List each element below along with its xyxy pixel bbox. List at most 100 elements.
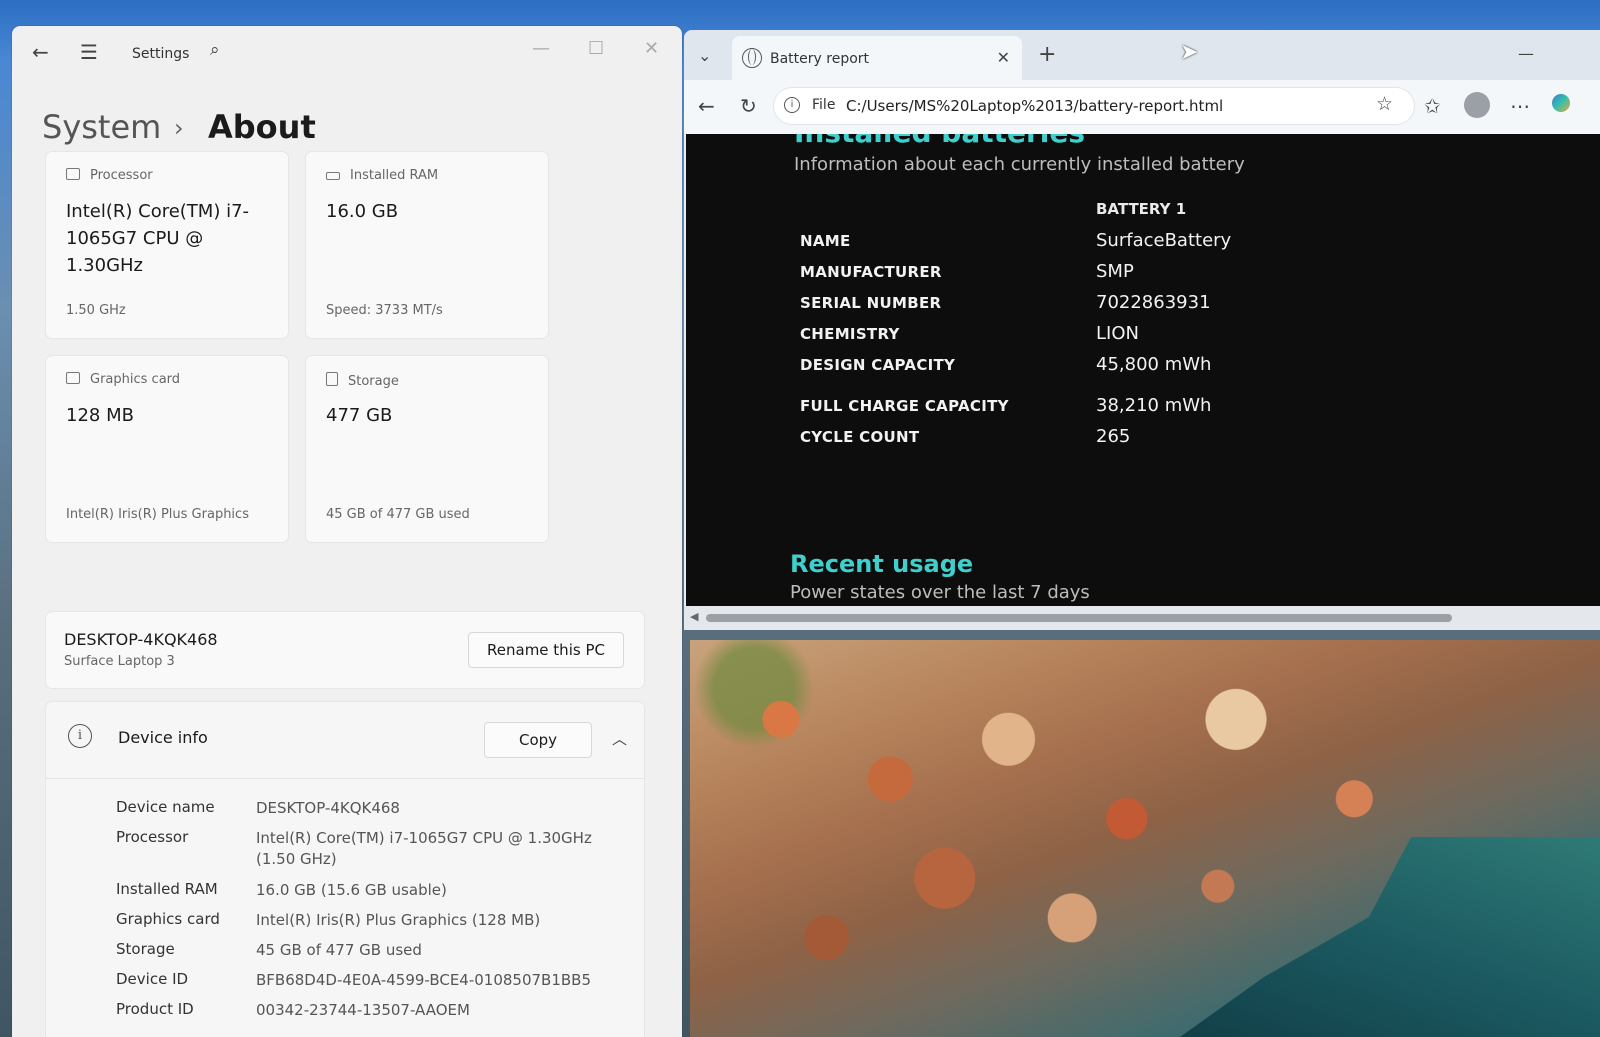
spec-label: Installed RAM <box>116 880 218 898</box>
spec-value: DESKTOP-4KQK468 <box>256 799 400 817</box>
battery-row-value: 38,210 mWh <box>1096 395 1212 416</box>
battery-row-label: DESIGN CAPACITY <box>800 356 956 374</box>
battery-row-value: 265 <box>1096 426 1131 447</box>
scroll-left-icon[interactable]: ◀ <box>690 610 698 623</box>
info-icon: i <box>68 724 92 748</box>
back-arrow-icon[interactable]: ← <box>32 42 49 62</box>
processor-card-header: Processor <box>66 168 153 183</box>
spec-label: Storage <box>116 940 175 958</box>
battery-row-value: 7022863931 <box>1096 292 1211 313</box>
breadcrumb-system[interactable]: System <box>42 108 161 146</box>
profile-avatar[interactable] <box>1464 92 1490 118</box>
storage-usage: 45 GB of 477 GB used <box>326 507 470 522</box>
spec-value: BFB68D4D-4E0A-4599-BCE4-0108507B1BB5 <box>256 971 592 989</box>
battery-row-label: FULL CHARGE CAPACITY <box>800 397 1009 415</box>
more-options-icon[interactable]: ⋯ <box>1510 96 1530 116</box>
search-icon[interactable]: ⌕ <box>210 42 220 59</box>
tab-title: Battery report <box>770 51 870 67</box>
breadcrumb-chevron-icon: › <box>174 114 184 142</box>
processor-speed: 1.50 GHz <box>66 303 126 318</box>
pc-name-row: DESKTOP-4KQK468 Surface Laptop 3 Rename … <box>46 612 644 688</box>
copilot-icon[interactable] <box>1552 94 1570 112</box>
spec-label: Product ID <box>116 1000 194 1018</box>
battery-row-value: SMP <box>1096 261 1134 282</box>
spec-value: 16.0 GB (15.6 GB usable) <box>256 881 447 899</box>
url-text[interactable]: C:/Users/MS%20Laptop%2013/battery-report… <box>846 97 1223 115</box>
graphics-model: Intel(R) Iris(R) Plus Graphics <box>66 507 249 522</box>
minimize-icon[interactable]: — <box>532 38 550 59</box>
settings-window: ← ☰ Settings ⌕ — ☐ ✕ System › About Proc… <box>12 26 682 1037</box>
close-icon[interactable]: ✕ <box>644 38 659 59</box>
graphics-card: Graphics card 128 MB Intel(R) Iris(R) Pl… <box>46 356 288 542</box>
refresh-icon[interactable]: ↻ <box>740 96 757 116</box>
device-info-header[interactable]: i Device info Copy ︿ <box>46 702 644 779</box>
mouse-cursor-icon: ➤ <box>1180 40 1199 65</box>
processor-icon <box>66 168 80 180</box>
ram-card-label: Installed RAM <box>350 168 439 183</box>
new-tab-icon[interactable]: + <box>1038 44 1056 66</box>
rename-pc-button[interactable]: Rename this PC <box>468 632 624 668</box>
storage-card: Storage 477 GB 45 GB of 477 GB used <box>306 356 548 542</box>
spec-label: Device name <box>116 798 215 816</box>
storage-card-header: Storage <box>326 372 399 389</box>
pc-name: DESKTOP-4KQK468 <box>64 630 218 649</box>
tab-battery-report[interactable]: Battery report ✕ <box>732 36 1022 80</box>
back-arrow-icon[interactable]: ← <box>698 96 715 116</box>
horizontal-scrollbar[interactable]: ◀ <box>684 606 1600 630</box>
address-bar[interactable]: i File C:/Users/MS%20Laptop%2013/battery… <box>774 88 1414 124</box>
installed-batteries-heading: Installed batteries <box>794 134 1085 149</box>
processor-value: Intel(R) Core(TM) i7-1065G7 CPU @ 1.30GH… <box>66 201 250 276</box>
chevron-up-icon[interactable]: ︿ <box>612 728 627 749</box>
battery-row-value: SurfaceBattery <box>1096 230 1232 251</box>
spec-value: 00342-23744-13507-AAOEM <box>256 1001 470 1019</box>
tab-list-chevron-icon[interactable]: ⌄ <box>698 48 711 64</box>
device-info-title: Device info <box>118 728 208 747</box>
minimize-icon[interactable]: — <box>1518 46 1534 62</box>
ram-speed: Speed: 3733 MT/s <box>326 303 443 318</box>
graphics-card-label: Graphics card <box>90 372 181 387</box>
graphics-card-icon <box>66 372 80 384</box>
battery-row-label: CHEMISTRY <box>800 325 900 343</box>
battery-row-value: 45,800 mWh <box>1096 354 1212 375</box>
favorite-star-icon[interactable]: ☆ <box>1376 95 1393 114</box>
settings-titlebar: ← ☰ Settings ⌕ — ☐ ✕ <box>12 26 682 82</box>
storage-value: 477 GB <box>326 405 393 426</box>
recent-usage-subtitle: Power states over the last 7 days <box>790 582 1090 603</box>
spec-label: Graphics card <box>116 910 220 928</box>
battery-row-label: NAME <box>800 232 851 250</box>
spec-value: Intel(R) Iris(R) Plus Graphics (128 MB) <box>256 911 541 929</box>
battery-column-header: BATTERY 1 <box>1096 200 1187 218</box>
ram-icon <box>326 172 340 180</box>
page-title: About <box>208 108 316 146</box>
graphics-value: 128 MB <box>66 405 134 426</box>
desktop-wallpaper <box>690 640 1600 1037</box>
browser-toolbar: ← ↻ i File C:/Users/MS%20Laptop%2013/bat… <box>684 80 1600 134</box>
spec-label: Device ID <box>116 970 189 988</box>
processor-card: Processor Intel(R) Core(TM) i7-1065G7 CP… <box>46 152 288 338</box>
storage-icon <box>326 372 338 386</box>
battery-row-label: CYCLE COUNT <box>800 428 920 446</box>
hamburger-menu-icon[interactable]: ☰ <box>80 42 98 62</box>
tab-strip: ⌄ Battery report ✕ + — <box>684 30 1600 80</box>
window-title: Settings <box>132 46 190 62</box>
processor-card-label: Processor <box>90 168 153 183</box>
tab-close-icon[interactable]: ✕ <box>997 48 1010 67</box>
info-icon[interactable]: i <box>784 97 800 113</box>
url-scheme: File <box>812 97 836 113</box>
copy-button[interactable]: Copy <box>484 722 592 758</box>
spec-value: Intel(R) Core(TM) i7-1065G7 CPU @ 1.30GH… <box>256 829 592 868</box>
battery-row-label: MANUFACTURER <box>800 263 942 281</box>
spec-label: Processor <box>116 828 189 846</box>
recent-usage-heading: Recent usage <box>790 550 974 578</box>
installed-batteries-subtitle: Information about each currently install… <box>794 154 1245 175</box>
scrollbar-thumb[interactable] <box>706 614 1452 622</box>
ram-value: 16.0 GB <box>326 201 399 222</box>
maximize-icon[interactable]: ☐ <box>588 38 604 59</box>
ram-card-header: Installed RAM <box>326 168 438 183</box>
spec-value: 45 GB of 477 GB used <box>256 941 422 959</box>
battery-row-value: LION <box>1096 323 1139 344</box>
favorites-icon[interactable]: ✩ <box>1424 96 1441 116</box>
globe-icon <box>742 48 762 68</box>
pc-model: Surface Laptop 3 <box>64 654 175 669</box>
battery-row-label: SERIAL NUMBER <box>800 294 942 312</box>
